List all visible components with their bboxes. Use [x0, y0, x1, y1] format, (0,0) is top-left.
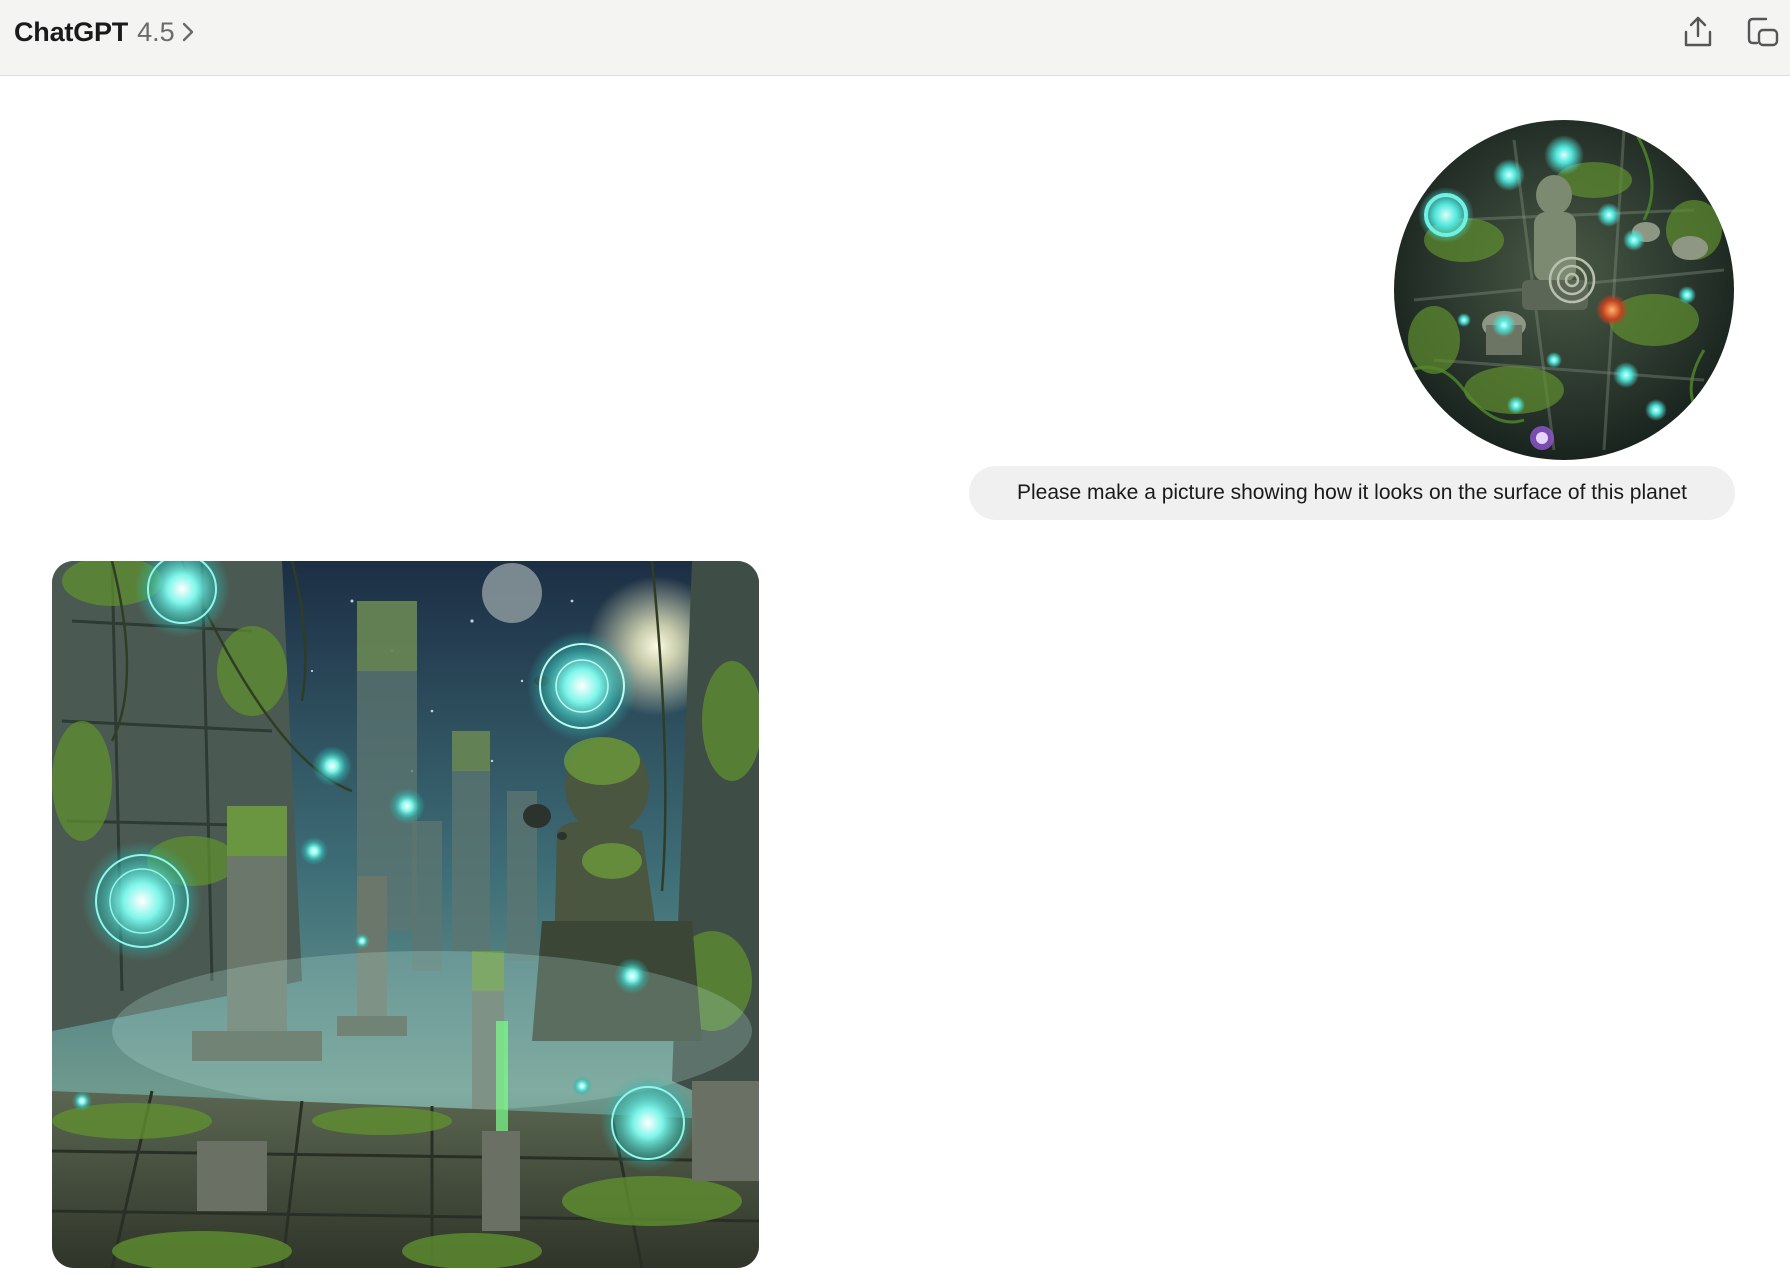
chevron-right-icon: [181, 21, 195, 43]
top-bar: ChatGPT 4.5: [0, 0, 1790, 76]
new-chat-icon: [1745, 15, 1781, 49]
assistant-generated-image[interactable]: [52, 561, 759, 1268]
user-uploaded-planet-image[interactable]: [1394, 120, 1734, 460]
conversation-area: Please make a picture showing how it loo…: [0, 77, 1790, 1274]
share-button[interactable]: [1678, 12, 1718, 52]
model-selector[interactable]: ChatGPT 4.5: [14, 14, 195, 50]
share-upload-icon: [1682, 15, 1714, 49]
new-chat-button[interactable]: [1743, 12, 1783, 52]
model-version: 4.5: [137, 16, 175, 47]
model-name: ChatGPT: [14, 16, 129, 47]
user-message-text: Please make a picture showing how it loo…: [1016, 481, 1688, 504]
user-message-bubble: Please make a picture showing how it loo…: [969, 466, 1735, 520]
